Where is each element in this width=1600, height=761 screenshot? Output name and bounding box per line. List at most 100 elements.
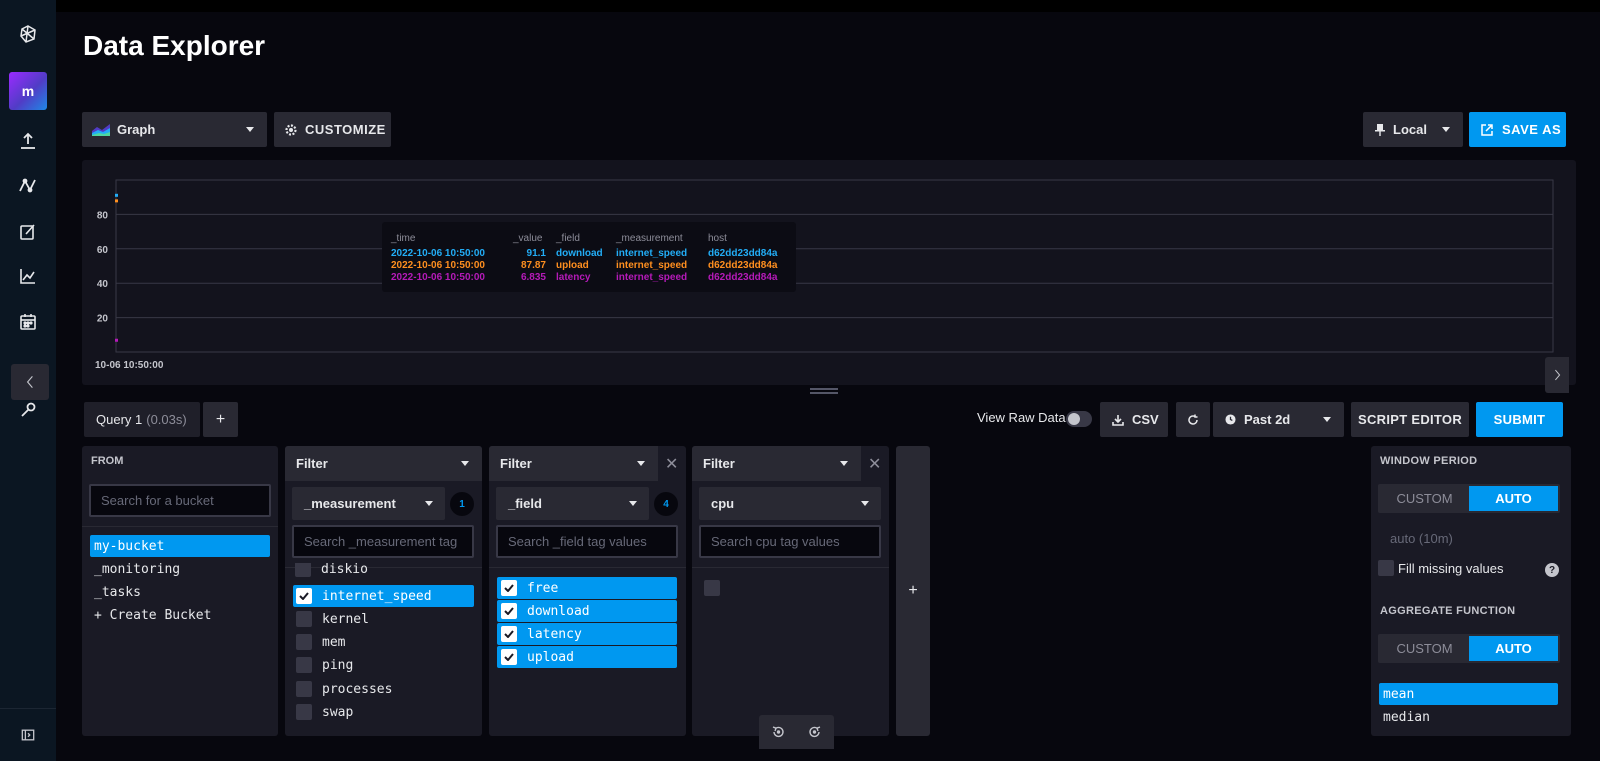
tooltip-field: download <box>556 248 603 259</box>
window-custom-button[interactable]: CUSTOM <box>1380 486 1469 511</box>
chevron-down-icon <box>246 127 254 132</box>
y-tick-label: 40 <box>97 279 109 290</box>
add-query-button[interactable]: + <box>203 402 238 437</box>
line-chart: 80 60 40 20 10-06 10:50:00 <box>95 179 1554 371</box>
data-point-latency <box>115 338 118 342</box>
window-auto-button[interactable]: AUTO <box>1469 486 1558 511</box>
expand-nav-button[interactable] <box>0 708 56 761</box>
filter-title: Filter <box>500 456 532 471</box>
refresh-button[interactable] <box>1176 402 1210 437</box>
close-icon[interactable]: ✕ <box>665 454 678 474</box>
aggregate-toggle: CUSTOM AUTO <box>1378 634 1560 663</box>
tag-value-item[interactable]: free <box>497 577 677 599</box>
csv-button[interactable]: CSV <box>1100 402 1168 437</box>
chevron-down-icon <box>461 461 469 466</box>
undo-redo-bar <box>759 715 834 749</box>
tooltip-row: 2022-10-06 10:50:00 87.87 upload interne… <box>382 260 796 272</box>
data-explorer-icon[interactable] <box>0 166 56 206</box>
create-bucket-link[interactable]: + Create Bucket <box>90 604 270 626</box>
submit-button[interactable]: SUBMIT <box>1476 402 1563 437</box>
clock-icon <box>1225 414 1236 425</box>
tag-key-dropdown[interactable]: _measurement <box>292 487 445 520</box>
tooltip-field: latency <box>556 272 591 283</box>
tag-key-label: _measurement <box>304 496 396 511</box>
view-raw-data-toggle[interactable] <box>1066 411 1092 427</box>
sidebar: m <box>0 0 56 761</box>
list-item[interactable]: diskio <box>295 563 368 577</box>
tooltip-value: 91.1 <box>526 248 546 259</box>
tag-value-item[interactable]: mem <box>296 631 345 653</box>
add-filter-button[interactable]: + <box>896 446 930 736</box>
tasks-icon[interactable] <box>0 302 56 342</box>
view-raw-data-label: View Raw Data <box>977 410 1066 425</box>
view-type-dropdown[interactable]: Graph <box>82 112 267 147</box>
data-point-upload <box>115 199 118 203</box>
redo-icon[interactable] <box>808 725 822 739</box>
tag-key-label: cpu <box>711 496 735 511</box>
resize-handle[interactable] <box>810 388 838 394</box>
tag-key-dropdown[interactable]: cpu <box>699 487 881 520</box>
tag-value-item[interactable]: swap <box>296 701 353 723</box>
save-as-button[interactable]: SAVE AS <box>1469 112 1566 147</box>
help-icon[interactable]: ? <box>1545 563 1559 577</box>
tag-value-item[interactable]: download <box>497 600 677 622</box>
query-tab[interactable]: Query 1 (0.03s) <box>84 402 200 437</box>
y-tick-label: 20 <box>97 314 109 325</box>
checkbox-icon <box>296 681 312 697</box>
tag-value-item[interactable]: internet_speed <box>293 585 474 607</box>
tooltip-host: d62dd23dd84a <box>708 248 778 259</box>
customize-button[interactable]: CUSTOMIZE <box>274 112 391 147</box>
plot-frame <box>115 179 1554 353</box>
from-title: FROM <box>91 455 124 467</box>
tag-value-item[interactable]: kernel <box>296 608 369 630</box>
load-data-icon[interactable] <box>0 121 56 161</box>
tooltip-header-time: _time <box>391 233 416 244</box>
bucket-item[interactable]: my-bucket <box>90 535 270 557</box>
notebooks-icon[interactable] <box>0 212 56 252</box>
tag-key-dropdown[interactable]: _field <box>496 487 649 520</box>
filter-function-dropdown[interactable]: Filter <box>489 446 658 481</box>
graph-panel[interactable]: 80 60 40 20 10-06 10:50:00 _time _value _fie… <box>82 160 1576 385</box>
tag-value-item[interactable]: processes <box>296 678 392 700</box>
undo-icon[interactable] <box>771 725 785 739</box>
aggregate-function-item[interactable]: median <box>1379 706 1558 728</box>
settings-icon[interactable] <box>0 390 56 430</box>
fill-missing-checkbox[interactable]: Fill missing values <box>1378 560 1503 576</box>
chevron-down-icon <box>637 461 645 466</box>
tooltip-time: 2022-10-06 10:50:00 <box>391 248 485 259</box>
chevron-right-icon[interactable] <box>1545 357 1569 393</box>
dashboards-icon[interactable] <box>0 256 56 296</box>
tag-search-input[interactable]: Search _field tag values <box>496 525 678 558</box>
filter-card-cpu: Filter ✕ cpu Search cpu tag values <box>692 446 889 736</box>
time-range-label: Past 2d <box>1244 412 1291 427</box>
tag-value-item[interactable]: ping <box>296 654 353 676</box>
bucket-item[interactable]: _tasks <box>90 581 270 603</box>
org-avatar[interactable]: m <box>9 72 47 110</box>
bucket-search-input[interactable]: Search for a bucket <box>89 484 271 517</box>
checkbox-icon <box>1378 560 1394 576</box>
aggregate-auto-button[interactable]: AUTO <box>1469 636 1558 661</box>
x-tick-label: 10-06 10:50:00 <box>95 360 164 371</box>
aggregate-function-item[interactable]: mean <box>1379 683 1558 705</box>
logo-icon[interactable] <box>0 14 56 54</box>
window-period-title: WINDOW PERIOD <box>1380 455 1478 467</box>
filter-card-measurement: Filter _measurement 1 Search _measuremen… <box>285 446 482 736</box>
checkbox-checked-icon <box>501 626 517 642</box>
aggregate-custom-button[interactable]: CUSTOM <box>1380 636 1469 661</box>
checkbox-icon <box>296 611 312 627</box>
time-range-dropdown[interactable]: Past 2d <box>1213 402 1344 437</box>
from-card: FROM Search for a bucket my-bucket _moni… <box>82 446 278 736</box>
filter-function-dropdown[interactable]: Filter <box>285 446 482 481</box>
timezone-dropdown[interactable]: Local <box>1363 112 1463 147</box>
script-editor-button[interactable]: SCRIPT EDITOR <box>1351 402 1469 437</box>
tag-value-item[interactable]: upload <box>497 646 677 668</box>
tag-value-item[interactable]: latency <box>497 623 677 645</box>
tag-search-input[interactable]: Search _measurement tag <box>292 525 474 558</box>
bucket-item[interactable]: _monitoring <box>90 558 270 580</box>
aggregate-panel: WINDOW PERIOD CUSTOM AUTO auto (10m) Fil… <box>1371 446 1571 736</box>
filter-function-dropdown[interactable]: Filter <box>692 446 861 481</box>
chevron-down-icon <box>1323 417 1331 422</box>
close-icon[interactable]: ✕ <box>868 454 881 474</box>
tag-search-input[interactable]: Search cpu tag values <box>699 525 881 558</box>
checkbox-icon[interactable] <box>704 580 720 596</box>
